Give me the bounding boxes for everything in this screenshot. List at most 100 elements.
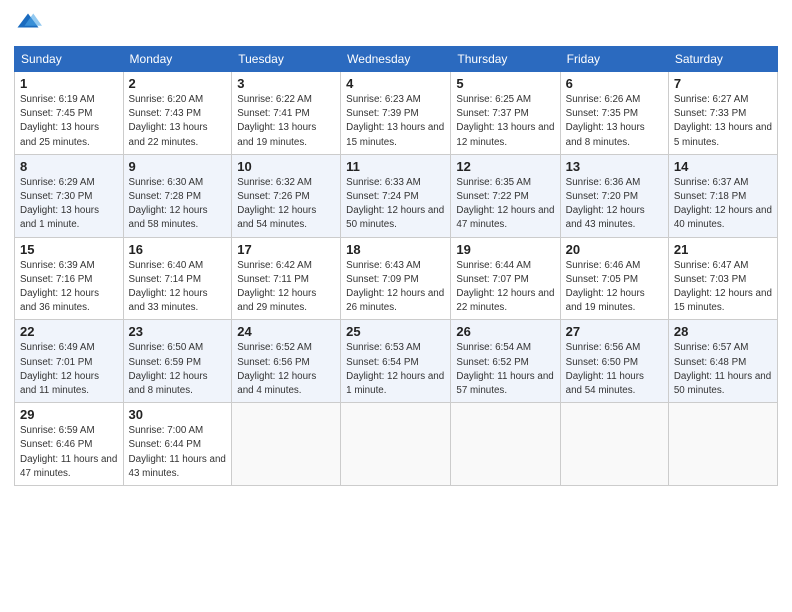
day-number: 21 — [674, 242, 772, 257]
calendar-cell: 30 Sunrise: 7:00 AMSunset: 6:44 PMDayligh… — [123, 403, 232, 486]
calendar-cell: 7 Sunrise: 6:27 AMSunset: 7:33 PMDaylight… — [668, 72, 777, 155]
day-detail: Sunrise: 6:22 AMSunset: 7:41 PMDaylight:… — [237, 93, 335, 150]
day-number: 29 — [20, 407, 118, 422]
calendar-cell: 19 Sunrise: 6:44 AMSunset: 7:07 PMDayligh… — [451, 237, 560, 320]
day-detail: Sunrise: 6:19 AMSunset: 7:45 PMDaylight:… — [20, 93, 118, 150]
calendar-cell: 26 Sunrise: 6:54 AMSunset: 6:52 PMDayligh… — [451, 320, 560, 403]
day-number: 23 — [129, 324, 227, 339]
col-header-monday: Monday — [123, 47, 232, 72]
day-number: 28 — [674, 324, 772, 339]
calendar-cell: 14 Sunrise: 6:37 AMSunset: 7:18 PMDayligh… — [668, 154, 777, 237]
day-detail: Sunrise: 6:43 AMSunset: 7:09 PMDaylight:… — [346, 259, 445, 316]
day-detail: Sunrise: 7:00 AMSunset: 6:44 PMDaylight:… — [129, 424, 227, 481]
day-detail: Sunrise: 6:20 AMSunset: 7:43 PMDaylight:… — [129, 93, 227, 150]
day-detail: Sunrise: 6:42 AMSunset: 7:11 PMDaylight:… — [237, 259, 335, 316]
day-number: 14 — [674, 159, 772, 174]
calendar-cell: 5 Sunrise: 6:25 AMSunset: 7:37 PMDaylight… — [451, 72, 560, 155]
day-number: 19 — [456, 242, 554, 257]
day-number: 12 — [456, 159, 554, 174]
day-number: 6 — [566, 76, 663, 91]
day-detail: Sunrise: 6:33 AMSunset: 7:24 PMDaylight:… — [346, 176, 445, 233]
calendar-cell: 2 Sunrise: 6:20 AMSunset: 7:43 PMDaylight… — [123, 72, 232, 155]
col-header-saturday: Saturday — [668, 47, 777, 72]
day-detail: Sunrise: 6:53 AMSunset: 6:54 PMDaylight:… — [346, 341, 445, 398]
day-number: 1 — [20, 76, 118, 91]
day-detail: Sunrise: 6:47 AMSunset: 7:03 PMDaylight:… — [674, 259, 772, 316]
day-number: 4 — [346, 76, 445, 91]
calendar-cell: 8 Sunrise: 6:29 AMSunset: 7:30 PMDaylight… — [15, 154, 124, 237]
calendar-cell — [232, 403, 341, 486]
calendar-cell: 9 Sunrise: 6:30 AMSunset: 7:28 PMDaylight… — [123, 154, 232, 237]
calendar-table: SundayMondayTuesdayWednesdayThursdayFrid… — [14, 46, 778, 486]
calendar-cell — [341, 403, 451, 486]
logo-icon — [14, 10, 42, 38]
calendar-cell: 17 Sunrise: 6:42 AMSunset: 7:11 PMDayligh… — [232, 237, 341, 320]
day-number: 26 — [456, 324, 554, 339]
calendar-cell: 22 Sunrise: 6:49 AMSunset: 7:01 PMDayligh… — [15, 320, 124, 403]
day-number: 16 — [129, 242, 227, 257]
day-number: 2 — [129, 76, 227, 91]
calendar-cell: 25 Sunrise: 6:53 AMSunset: 6:54 PMDayligh… — [341, 320, 451, 403]
day-detail: Sunrise: 6:37 AMSunset: 7:18 PMDaylight:… — [674, 176, 772, 233]
day-detail: Sunrise: 6:50 AMSunset: 6:59 PMDaylight:… — [129, 341, 227, 398]
day-detail: Sunrise: 6:57 AMSunset: 6:48 PMDaylight:… — [674, 341, 772, 398]
day-number: 17 — [237, 242, 335, 257]
day-detail: Sunrise: 6:26 AMSunset: 7:35 PMDaylight:… — [566, 93, 663, 150]
day-detail: Sunrise: 6:29 AMSunset: 7:30 PMDaylight:… — [20, 176, 118, 233]
day-number: 22 — [20, 324, 118, 339]
calendar-cell: 15Sunrise: 6:39 AMSunset: 7:16 PMDayligh… — [15, 237, 124, 320]
day-number: 10 — [237, 159, 335, 174]
day-detail: Sunrise: 6:27 AMSunset: 7:33 PMDaylight:… — [674, 93, 772, 150]
day-detail: Sunrise: 6:35 AMSunset: 7:22 PMDaylight:… — [456, 176, 554, 233]
page-container: SundayMondayTuesdayWednesdayThursdayFrid… — [0, 0, 792, 492]
day-number: 30 — [129, 407, 227, 422]
col-header-friday: Friday — [560, 47, 668, 72]
calendar-cell: 13 Sunrise: 6:36 AMSunset: 7:20 PMDayligh… — [560, 154, 668, 237]
day-number: 3 — [237, 76, 335, 91]
calendar-cell: 27 Sunrise: 6:56 AMSunset: 6:50 PMDayligh… — [560, 320, 668, 403]
day-detail: Sunrise: 6:44 AMSunset: 7:07 PMDaylight:… — [456, 259, 554, 316]
calendar-cell — [668, 403, 777, 486]
calendar-cell: 24 Sunrise: 6:52 AMSunset: 6:56 PMDayligh… — [232, 320, 341, 403]
day-number: 24 — [237, 324, 335, 339]
day-number: 25 — [346, 324, 445, 339]
day-number: 9 — [129, 159, 227, 174]
logo — [14, 10, 46, 38]
day-detail: Sunrise: 6:32 AMSunset: 7:26 PMDaylight:… — [237, 176, 335, 233]
day-number: 11 — [346, 159, 445, 174]
calendar-cell — [560, 403, 668, 486]
day-detail: Sunrise: 6:52 AMSunset: 6:56 PMDaylight:… — [237, 341, 335, 398]
calendar-cell: 28 Sunrise: 6:57 AMSunset: 6:48 PMDayligh… — [668, 320, 777, 403]
header — [14, 10, 778, 38]
calendar-cell: 21 Sunrise: 6:47 AMSunset: 7:03 PMDayligh… — [668, 237, 777, 320]
calendar-cell: 23 Sunrise: 6:50 AMSunset: 6:59 PMDayligh… — [123, 320, 232, 403]
day-number: 18 — [346, 242, 445, 257]
day-detail: Sunrise: 6:59 AMSunset: 6:46 PMDaylight:… — [20, 424, 118, 481]
day-number: 8 — [20, 159, 118, 174]
day-detail: Sunrise: 6:25 AMSunset: 7:37 PMDaylight:… — [456, 93, 554, 150]
day-number: 27 — [566, 324, 663, 339]
day-detail: Sunrise: 6:30 AMSunset: 7:28 PMDaylight:… — [129, 176, 227, 233]
calendar-cell: 20Sunrise: 6:46 AMSunset: 7:05 PMDayligh… — [560, 237, 668, 320]
calendar-cell: 16 Sunrise: 6:40 AMSunset: 7:14 PMDayligh… — [123, 237, 232, 320]
day-detail: Sunrise: 6:49 AMSunset: 7:01 PMDaylight:… — [20, 341, 118, 398]
calendar-cell: 1 Sunrise: 6:19 AMSunset: 7:45 PMDaylight… — [15, 72, 124, 155]
day-detail: Sunrise: 6:36 AMSunset: 7:20 PMDaylight:… — [566, 176, 663, 233]
col-header-thursday: Thursday — [451, 47, 560, 72]
day-number: 7 — [674, 76, 772, 91]
calendar-cell — [451, 403, 560, 486]
calendar-cell: 18 Sunrise: 6:43 AMSunset: 7:09 PMDayligh… — [341, 237, 451, 320]
day-detail: Sunrise: 6:56 AMSunset: 6:50 PMDaylight:… — [566, 341, 663, 398]
day-detail: Sunrise: 6:54 AMSunset: 6:52 PMDaylight:… — [456, 341, 554, 398]
calendar-cell: 29 Sunrise: 6:59 AMSunset: 6:46 PMDayligh… — [15, 403, 124, 486]
calendar-cell: 11 Sunrise: 6:33 AMSunset: 7:24 PMDayligh… — [341, 154, 451, 237]
calendar-cell: 6 Sunrise: 6:26 AMSunset: 7:35 PMDaylight… — [560, 72, 668, 155]
day-number: 5 — [456, 76, 554, 91]
day-detail: Sunrise: 6:39 AMSunset: 7:16 PMDaylight:… — [20, 259, 118, 316]
col-header-wednesday: Wednesday — [341, 47, 451, 72]
calendar-cell: 3 Sunrise: 6:22 AMSunset: 7:41 PMDaylight… — [232, 72, 341, 155]
day-detail: Sunrise: 6:23 AMSunset: 7:39 PMDaylight:… — [346, 93, 445, 150]
calendar-cell: 12 Sunrise: 6:35 AMSunset: 7:22 PMDayligh… — [451, 154, 560, 237]
day-number: 13 — [566, 159, 663, 174]
day-detail: Sunrise: 6:40 AMSunset: 7:14 PMDaylight:… — [129, 259, 227, 316]
